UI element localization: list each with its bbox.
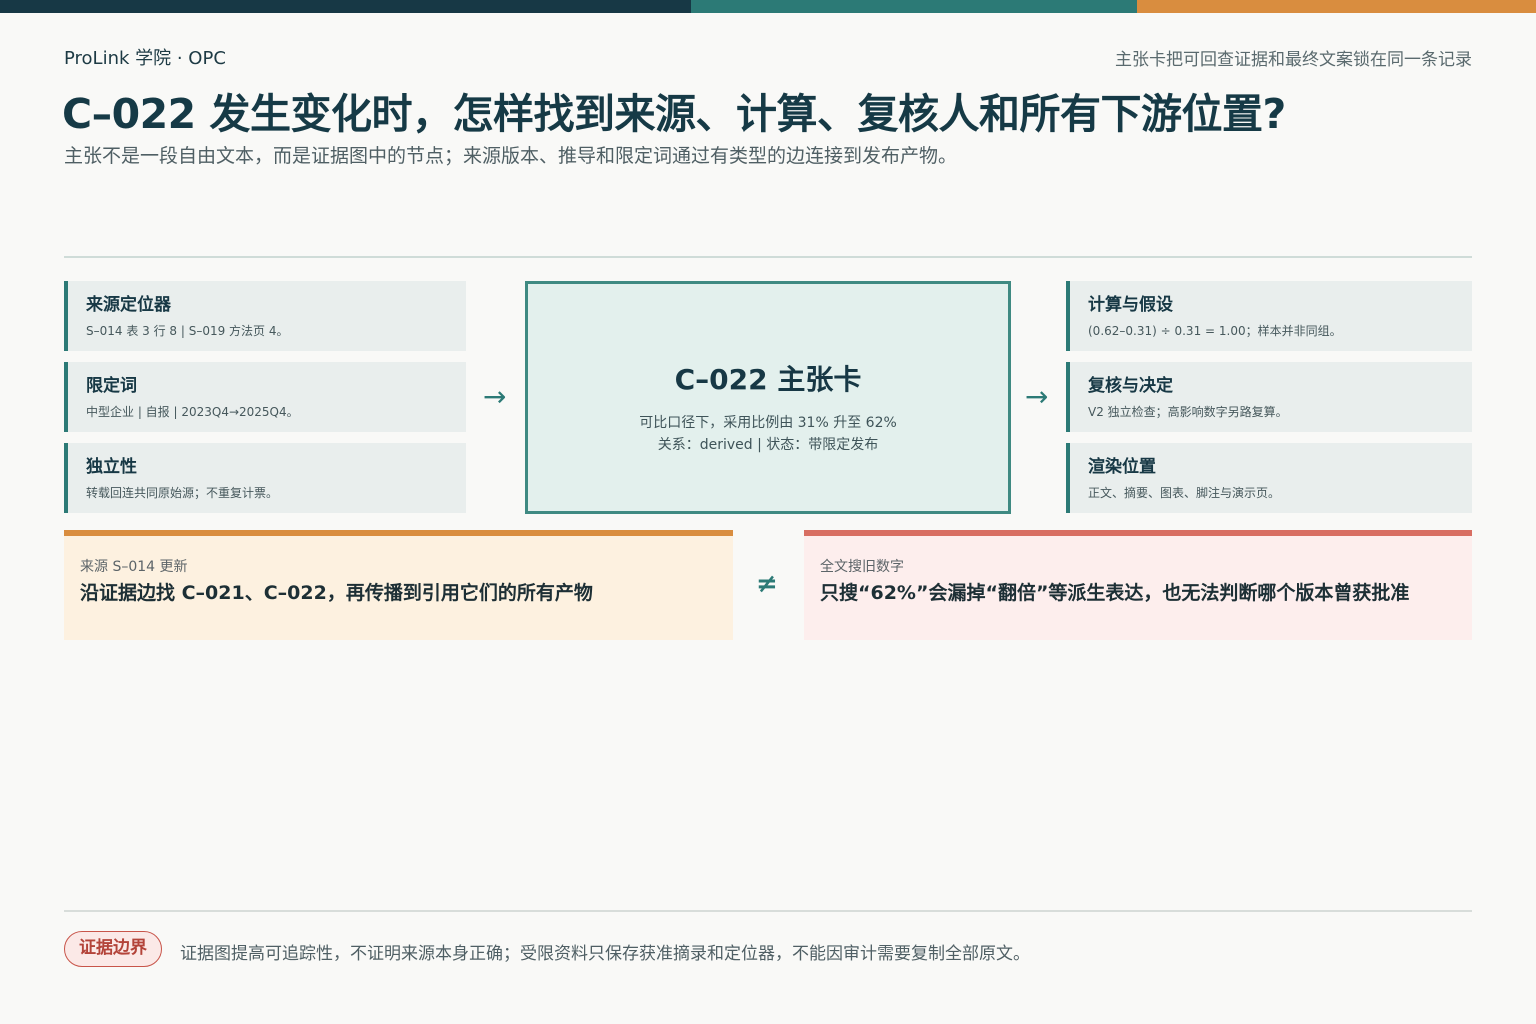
comparison-evidence-edges: 来源 S–014 更新 沿证据边找 C–021、C–022，再传播到引用它们的所… — [64, 530, 733, 640]
comparison-label: 全文搜旧数字 — [820, 559, 904, 575]
node-title: 复核与决定 — [1088, 376, 1173, 396]
claim-card-meta: 关系：derived | 状态：带限定发布 — [657, 437, 879, 453]
top-bar-segment-dark — [0, 0, 691, 13]
node-description: (0.62–0.31) ÷ 0.31 = 1.00；样本并非同组。 — [1088, 324, 1342, 338]
node-title: 渲染位置 — [1088, 457, 1156, 477]
top-bar-segment-orange — [1137, 0, 1536, 13]
evidence-boundary-badge: 证据边界 — [64, 931, 162, 967]
output-node-calculation: 计算与假设 (0.62–0.31) ÷ 0.31 = 1.00；样本并非同组。 — [1066, 281, 1472, 351]
comparison-text: 只搜“62%”会漏掉“翻倍”等派生表达，也无法判断哪个版本曾获批准 — [820, 582, 1410, 604]
node-title: 独立性 — [86, 457, 137, 477]
comparison-text: 沿证据边找 C–021、C–022，再传播到引用它们的所有产物 — [80, 582, 593, 604]
page-subtitle: 主张不是一段自由文本，而是证据图中的节点；来源版本、推导和限定词通过有类型的边连… — [64, 145, 958, 167]
node-description: V2 独立检查；高影响数字另路复算。 — [1088, 405, 1288, 419]
brand-label: ProLink 学院 · OPC — [64, 48, 226, 69]
node-title: 来源定位器 — [86, 295, 171, 315]
arrow-right-icon: → — [1025, 380, 1049, 413]
top-divider — [64, 256, 1472, 258]
input-node-source-locator: 来源定位器 S–014 表 3 行 8 | S–019 方法页 4。 — [64, 281, 466, 351]
output-node-render-locations: 渲染位置 正文、摘要、图表、脚注与演示页。 — [1066, 443, 1472, 513]
footer-note: 证据图提高可追踪性，不证明来源本身正确；受限资料只保存获准摘录和定位器，不能因审… — [180, 944, 1030, 964]
top-bar-segment-teal — [691, 0, 1137, 13]
bottom-divider — [64, 910, 1472, 912]
node-description: 正文、摘要、图表、脚注与演示页。 — [1088, 486, 1281, 500]
node-description: 转载回连共同原始源；不重复计票。 — [86, 486, 279, 500]
claim-card: C–022 主张卡 可比口径下，采用比例由 31% 升至 62% 关系：deri… — [525, 281, 1011, 514]
claim-card-statement: 可比口径下，采用比例由 31% 升至 62% — [639, 415, 897, 431]
output-node-review: 复核与决定 V2 独立检查；高影响数字另路复算。 — [1066, 362, 1472, 432]
node-description: 中型企业 | 自报 | 2023Q4→2025Q4。 — [86, 405, 299, 419]
node-title: 计算与假设 — [1088, 295, 1173, 315]
top-color-bar — [0, 0, 1536, 13]
comparison-fulltext-search: 全文搜旧数字 只搜“62%”会漏掉“翻倍”等派生表达，也无法判断哪个版本曾获批准 — [804, 530, 1472, 640]
page-title: C–022 发生变化时，怎样找到来源、计算、复核人和所有下游位置? — [62, 90, 1286, 138]
header-tagline: 主张卡把可回查证据和最终文案锁在同一条记录 — [1115, 50, 1472, 70]
arrow-right-icon: → — [483, 380, 507, 413]
node-title: 限定词 — [86, 376, 137, 396]
input-node-independence: 独立性 转载回连共同原始源；不重复计票。 — [64, 443, 466, 513]
node-description: S–014 表 3 行 8 | S–019 方法页 4。 — [86, 324, 289, 338]
input-node-qualifiers: 限定词 中型企业 | 自报 | 2023Q4→2025Q4。 — [64, 362, 466, 432]
not-equal-icon: ≠ — [756, 569, 778, 599]
claim-card-title: C–022 主张卡 — [674, 363, 862, 396]
comparison-label: 来源 S–014 更新 — [80, 559, 188, 575]
